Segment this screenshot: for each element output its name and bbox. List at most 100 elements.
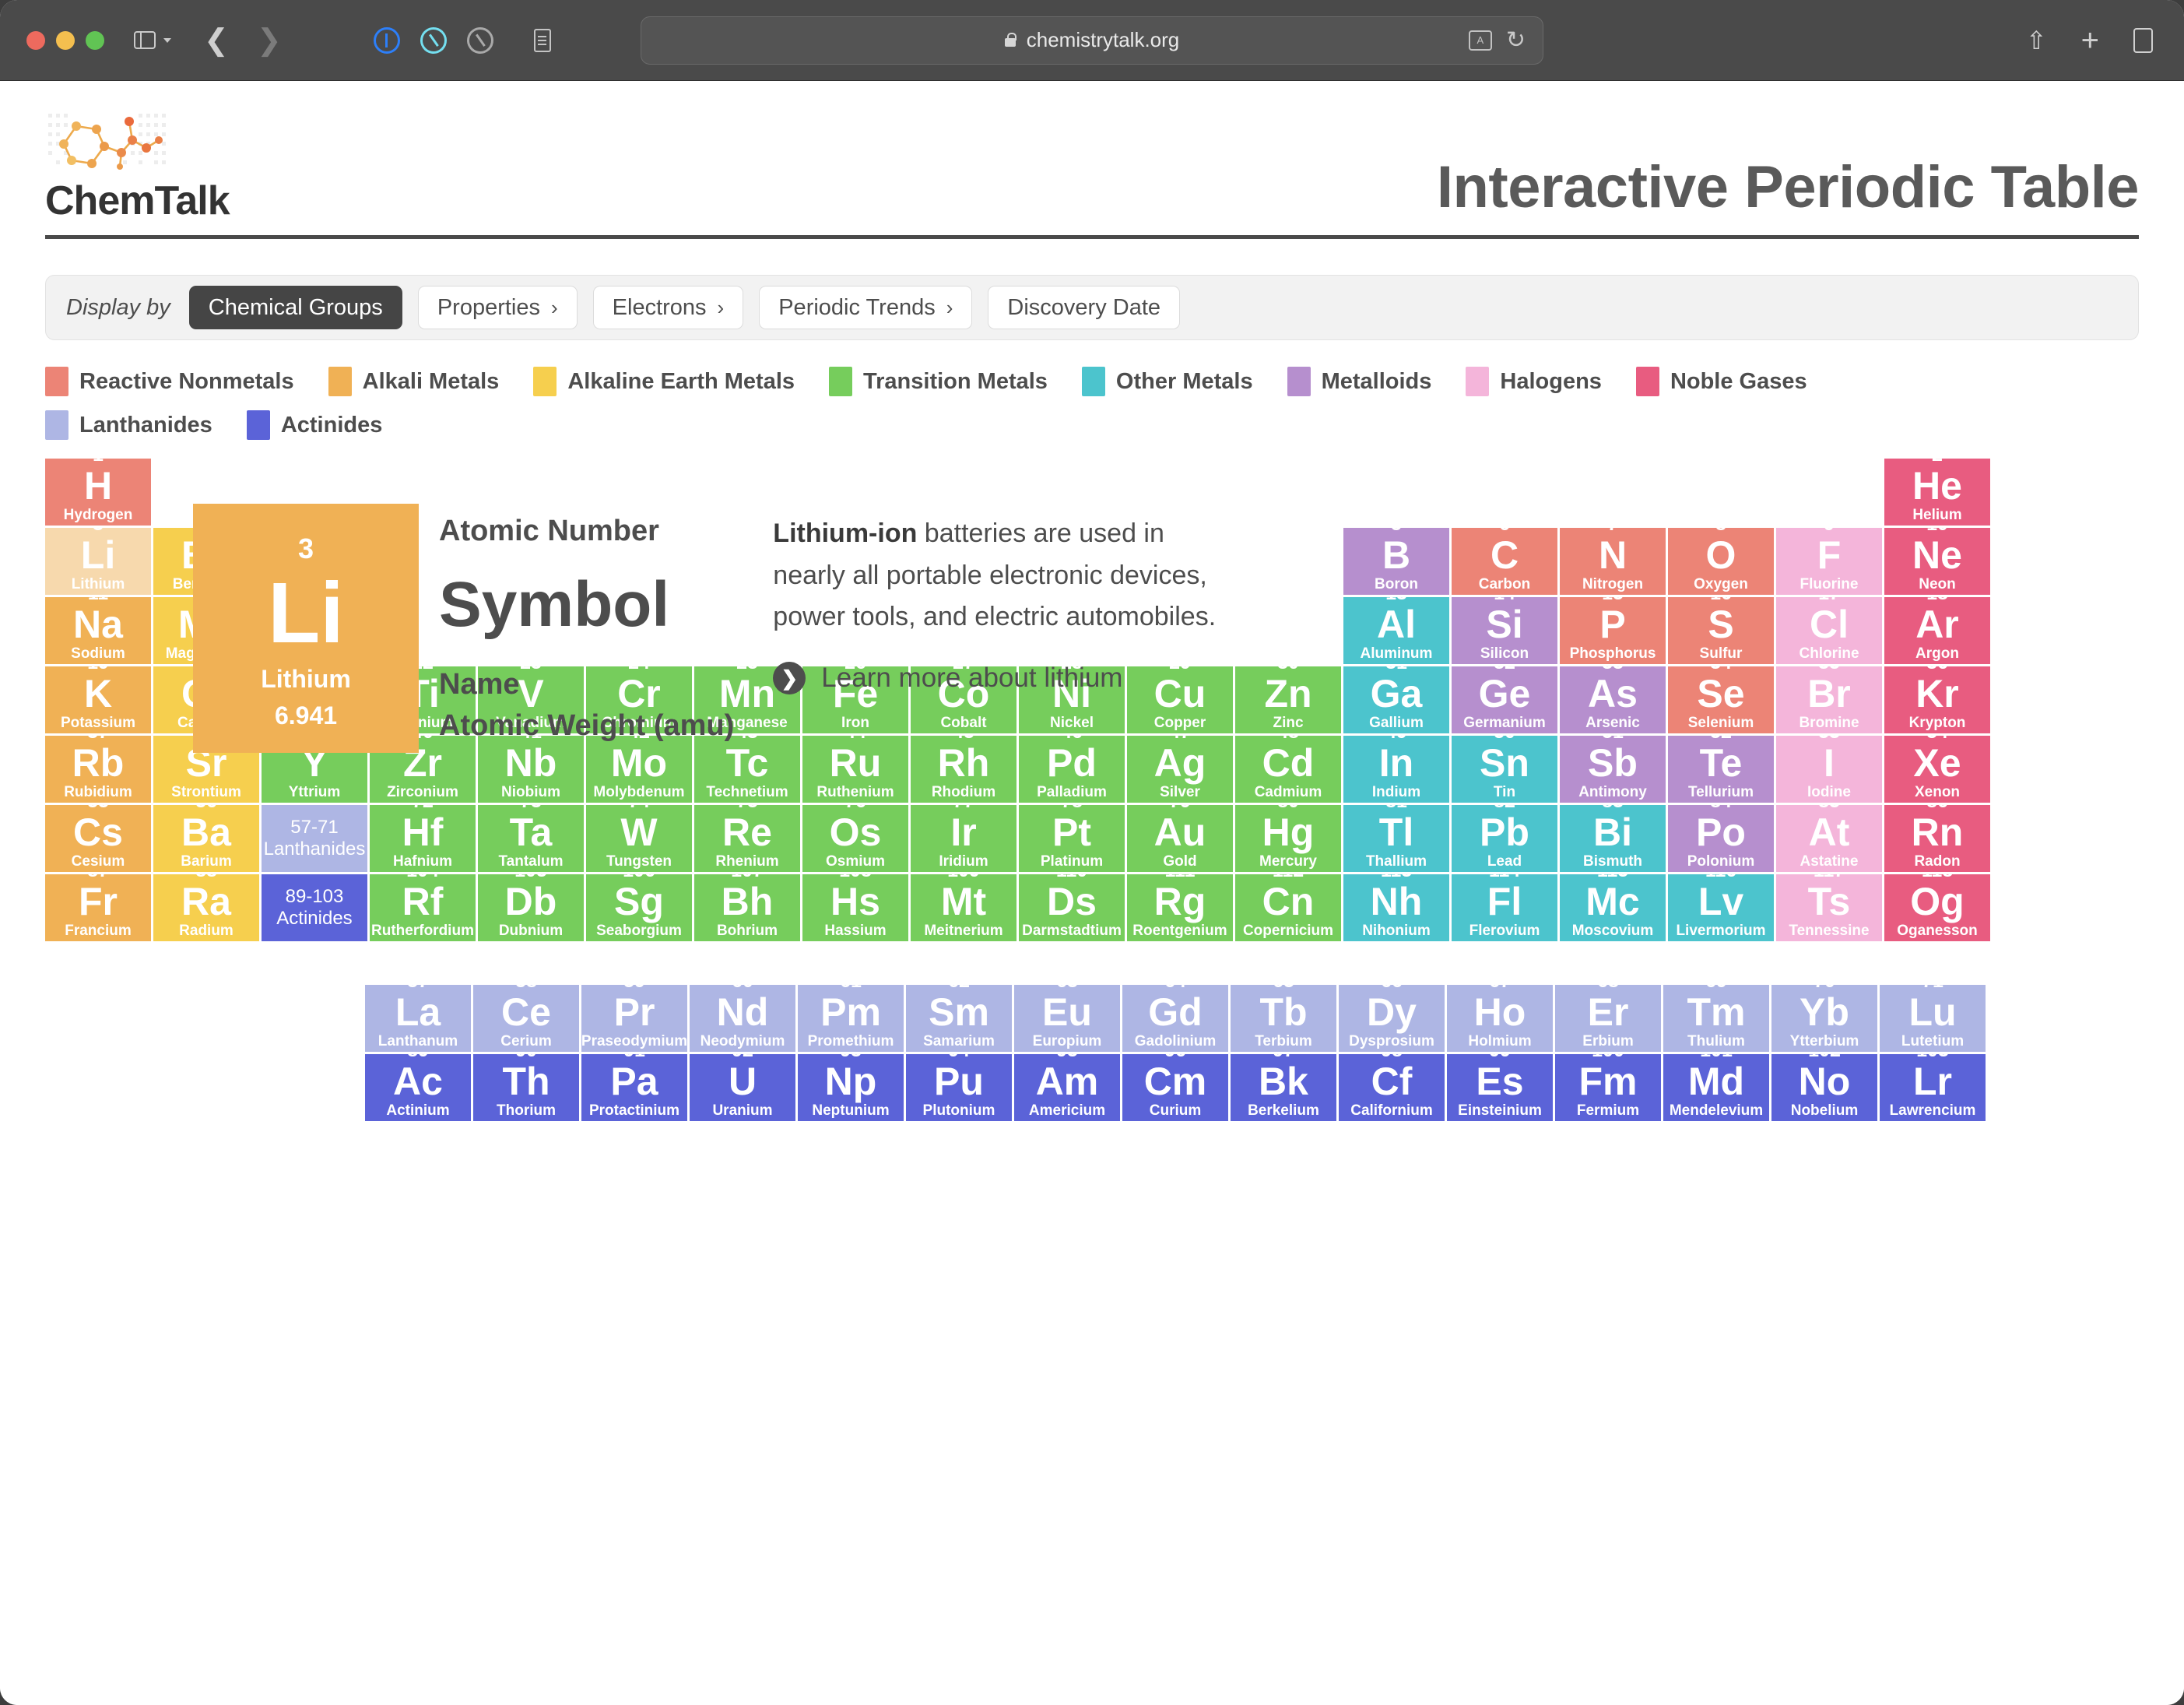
- element-cell-p[interactable]: 15PPhosphorus30.974: [1560, 597, 1666, 664]
- element-cell-zn[interactable]: 30ZnZinc65.38: [1235, 666, 1341, 733]
- learn-more-link[interactable]: ❯ Learn more about lithium: [773, 662, 1232, 695]
- element-cell-dy[interactable]: 66DyDysprosium162.5: [1339, 985, 1445, 1052]
- element-cell-xe[interactable]: 54XeXenon131.293: [1884, 736, 1990, 803]
- display-mode-button-periodic-trends[interactable]: Periodic Trends ›: [759, 286, 973, 329]
- element-cell-tm[interactable]: 69TmThulium168.934: [1663, 985, 1769, 1052]
- element-cell-hs[interactable]: 108HsHassium267: [802, 874, 908, 941]
- back-arrow-icon[interactable]: ❮: [204, 26, 229, 55]
- element-cell-al[interactable]: 13AlAluminum26.982: [1343, 597, 1449, 664]
- element-cell-bh[interactable]: 107BhBohrium264: [694, 874, 800, 941]
- legend-item-lanthanides[interactable]: Lanthanides: [45, 410, 212, 440]
- legend-item-actinides[interactable]: Actinides: [246, 410, 382, 440]
- element-cell-pm[interactable]: 61PmPromethium145: [798, 985, 904, 1052]
- element-cell-i[interactable]: 53IIodine126.904: [1776, 736, 1882, 803]
- element-cell-br[interactable]: 35BrBromine79.904: [1776, 666, 1882, 733]
- element-cell-cs[interactable]: 55CsCesium132.905: [45, 805, 151, 872]
- element-cell-cl[interactable]: 17ClChlorine35.453: [1776, 597, 1882, 664]
- display-mode-button-electrons[interactable]: Electrons ›: [592, 286, 744, 329]
- element-cell-at[interactable]: 85AtAstatine210: [1776, 805, 1882, 872]
- element-cell-es[interactable]: 99EsEinsteinium252: [1447, 1054, 1553, 1121]
- display-mode-button-chemical-groups[interactable]: Chemical Groups: [188, 286, 402, 329]
- element-cell-k[interactable]: 19KPotassium39.098: [45, 666, 151, 733]
- element-cell-f[interactable]: 9FFluorine18.998: [1776, 528, 1882, 595]
- element-cell-pu[interactable]: 94PuPlutonium244: [906, 1054, 1012, 1121]
- display-mode-button-discovery-date[interactable]: Discovery Date: [988, 286, 1181, 329]
- share-icon[interactable]: ⇧: [2026, 28, 2047, 53]
- legend-item-reactive-nonmetals[interactable]: Reactive Nonmetals: [45, 367, 294, 396]
- element-cell-hg[interactable]: 80HgMercury200.59: [1235, 805, 1341, 872]
- reader-view-icon[interactable]: [533, 28, 551, 52]
- element-cell-n[interactable]: 7NNitrogen14.007: [1560, 528, 1666, 595]
- element-cell-lr[interactable]: 103LrLawrencium262: [1880, 1054, 1986, 1121]
- element-cell-pt[interactable]: 78PtPlatinum195.084: [1019, 805, 1125, 872]
- element-cell-ac[interactable]: 89AcActinium227: [365, 1054, 471, 1121]
- sidebar-toggle-button[interactable]: [134, 30, 171, 50]
- element-cell-pb[interactable]: 82PbLead207.2: [1452, 805, 1557, 872]
- element-cell-nh[interactable]: 113NhNihonium284: [1343, 874, 1449, 941]
- element-cell-sn[interactable]: 50SnTin118.71: [1452, 736, 1557, 803]
- element-cell-ga[interactable]: 31GaGallium69.723: [1343, 666, 1449, 733]
- legend-item-noble-gases[interactable]: Noble Gases: [1635, 367, 1807, 396]
- element-cell-te[interactable]: 52TeTellurium127.6: [1668, 736, 1774, 803]
- element-cell-cn[interactable]: 112CnCopernicium285: [1235, 874, 1341, 941]
- element-cell-rg[interactable]: 111RgRoentgenium272: [1127, 874, 1233, 941]
- element-cell-yb[interactable]: 70YbYtterbium173.054: [1771, 985, 1877, 1052]
- element-cell-ce[interactable]: 58CeCerium140.116: [473, 985, 579, 1052]
- element-cell-tl[interactable]: 81TlThallium204.383: [1343, 805, 1449, 872]
- element-cell-db[interactable]: 105DbDubnium262: [478, 874, 584, 941]
- element-cell-mc[interactable]: 115McMoscovium288: [1560, 874, 1666, 941]
- element-cell-nd[interactable]: 60NdNeodymium144.242: [690, 985, 795, 1052]
- close-window-button[interactable]: [26, 30, 45, 50]
- element-cell-kr[interactable]: 36KrKrypton83.798: [1884, 666, 1990, 733]
- element-cell-ho[interactable]: 67HoHolmium164.93: [1447, 985, 1553, 1052]
- translate-icon[interactable]: A: [1468, 30, 1492, 51]
- site-logo[interactable]: ChemTalk: [45, 109, 230, 224]
- element-cell-si[interactable]: 14SiSilicon28.086: [1452, 597, 1557, 664]
- element-cell-sg[interactable]: 106SgSeaborgium266: [586, 874, 692, 941]
- element-cell-th[interactable]: 90ThThorium232.038: [473, 1054, 579, 1121]
- element-cell-h[interactable]: 1HHydrogen1.007: [45, 459, 151, 526]
- element-cell-mt[interactable]: 109MtMeitnerium268: [911, 874, 1017, 941]
- element-cell-tb[interactable]: 65TbTerbium158.925: [1231, 985, 1336, 1052]
- element-cell-ir[interactable]: 77IrIridium192.217: [911, 805, 1017, 872]
- element-cell-rn[interactable]: 86RnRadon222: [1884, 805, 1990, 872]
- element-cell-u[interactable]: 92UUranium238.029: [690, 1054, 795, 1121]
- element-cell-lu[interactable]: 71LuLutetium174.967: [1880, 985, 1986, 1052]
- element-cell-c[interactable]: 6CCarbon12.011: [1452, 528, 1557, 595]
- extension-blue-icon[interactable]: [373, 26, 400, 54]
- element-cell-rb[interactable]: 37RbRubidium85.468: [45, 736, 151, 803]
- element-cell-hf[interactable]: 72HfHafnium178.49: [370, 805, 476, 872]
- element-cell-rf[interactable]: 104RfRutherfordium261: [370, 874, 476, 941]
- minimize-window-button[interactable]: [56, 30, 75, 50]
- element-cell-os[interactable]: 76OsOsmium190.23: [802, 805, 908, 872]
- element-cell-ba[interactable]: 56BaBarium137.327: [153, 805, 259, 872]
- element-cell-ta[interactable]: 73TaTantalum180.948: [478, 805, 584, 872]
- element-cell-fm[interactable]: 100FmFermium257: [1555, 1054, 1661, 1121]
- series-placeholder-lanthanides[interactable]: 57-71 Lanthanides: [262, 805, 367, 872]
- legend-item-halogens[interactable]: Halogens: [1466, 367, 1602, 396]
- element-cell-ge[interactable]: 32GeGermanium72.64: [1452, 666, 1557, 733]
- series-placeholder-actinides[interactable]: 89-103 Actinides: [262, 874, 367, 941]
- element-cell-am[interactable]: 95AmAmericium243: [1014, 1054, 1120, 1121]
- element-cell-w[interactable]: 74WTungsten183.84: [586, 805, 692, 872]
- legend-item-alkaline-earth-metals[interactable]: Alkaline Earth Metals: [533, 367, 795, 396]
- tab-overview-icon[interactable]: [2133, 27, 2153, 53]
- legend-item-transition-metals[interactable]: Transition Metals: [829, 367, 1048, 396]
- element-cell-lv[interactable]: 116LvLivermorium292: [1668, 874, 1774, 941]
- element-cell-no[interactable]: 102NoNobelium259: [1771, 1054, 1877, 1121]
- element-cell-er[interactable]: 68ErErbium167.259: [1555, 985, 1661, 1052]
- legend-item-alkali-metals[interactable]: Alkali Metals: [328, 367, 499, 396]
- element-cell-ne[interactable]: 10NeNeon20.18: [1884, 528, 1990, 595]
- element-cell-in[interactable]: 49InIndium114.818: [1343, 736, 1449, 803]
- element-cell-pa[interactable]: 91PaProtactinium231.036: [581, 1054, 687, 1121]
- element-cell-ar[interactable]: 18ArArgon39.948: [1884, 597, 1990, 664]
- element-cell-gd[interactable]: 64GdGadolinium157.25: [1122, 985, 1228, 1052]
- extension-grey-icon[interactable]: [462, 21, 499, 59]
- element-cell-og[interactable]: 118OgOganesson294: [1884, 874, 1990, 941]
- new-tab-icon[interactable]: +: [2081, 25, 2099, 56]
- element-cell-o[interactable]: 8OOxygen15.999: [1668, 528, 1774, 595]
- element-cell-bi[interactable]: 83BiBismuth208.98: [1560, 805, 1666, 872]
- element-cell-ts[interactable]: 117TsTennessine295: [1776, 874, 1882, 941]
- element-cell-fl[interactable]: 114FlFlerovium289: [1452, 874, 1557, 941]
- reload-icon[interactable]: ↻: [1506, 28, 1526, 52]
